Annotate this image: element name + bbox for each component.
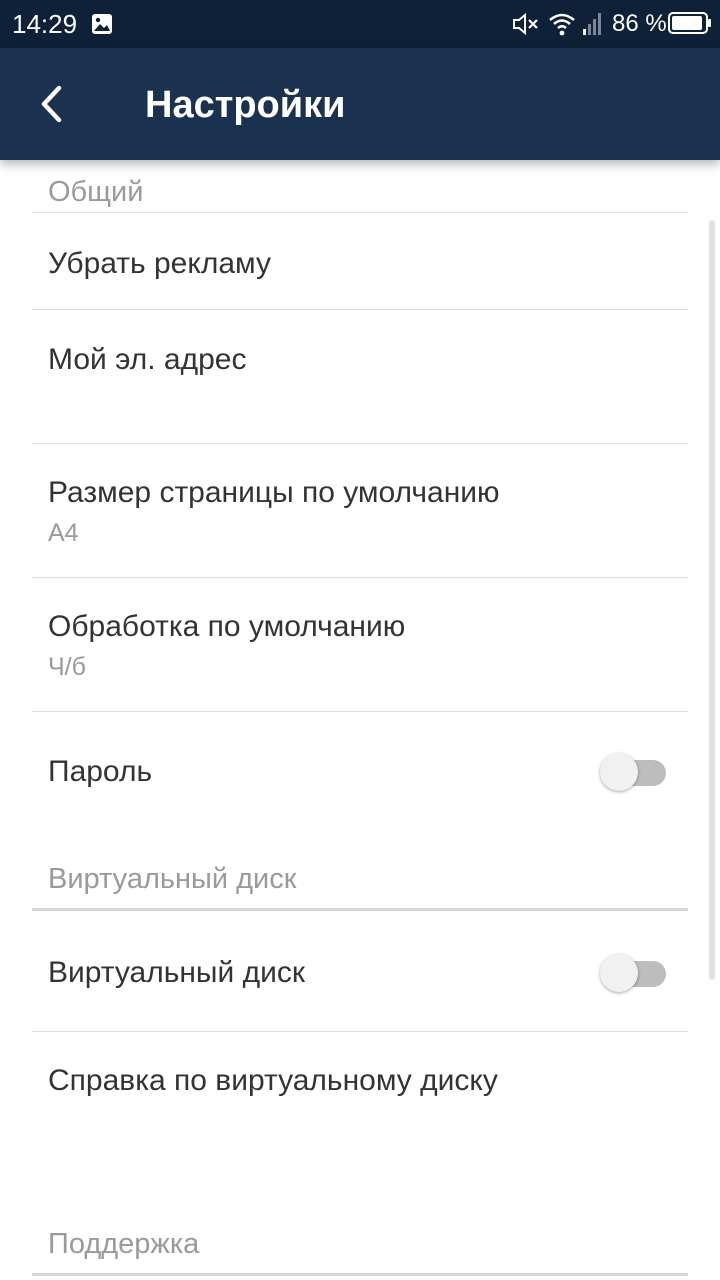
scrollbar[interactable] <box>709 220 715 980</box>
pref-title: Пароль <box>48 755 153 788</box>
mute-icon <box>513 12 538 36</box>
pref-title: Виртуальный диск <box>48 956 305 989</box>
back-arrow-icon <box>41 85 62 123</box>
pref-password[interactable]: Пароль <box>0 712 720 832</box>
pref-virtual-disk-help[interactable]: Справка по виртуальному диску <box>0 1032 720 1172</box>
status-bar: 14:29 86 % <box>0 0 720 48</box>
pref-title: Убрать рекламу <box>48 247 271 280</box>
pref-summary: Ч/б <box>48 653 86 681</box>
section-header-virtual-disk: Виртуальный диск <box>48 863 297 895</box>
page-title: Настройки <box>145 84 346 126</box>
virtual-disk-switch[interactable] <box>600 953 668 993</box>
settings-list[interactable]: Общий Убрать рекламу Мой эл. адрес Разме… <box>0 160 720 1280</box>
section-header-support: Поддержка <box>48 1228 200 1260</box>
wifi-icon <box>549 13 575 36</box>
battery-percentage: 86 % <box>612 10 667 37</box>
pref-title: Размер страницы по умолчанию <box>48 476 500 509</box>
gallery-icon <box>92 14 112 34</box>
password-switch[interactable] <box>600 752 668 792</box>
pref-my-email[interactable]: Мой эл. адрес <box>0 310 720 443</box>
back-button[interactable] <box>24 76 80 132</box>
pref-virtual-disk[interactable]: Виртуальный диск <box>0 911 720 1031</box>
battery-icon <box>668 12 711 34</box>
pref-default-processing[interactable]: Обработка по умолчанию Ч/б <box>0 578 720 711</box>
switch-thumb <box>600 753 638 791</box>
pref-summary: A4 <box>48 519 79 547</box>
switch-thumb <box>600 954 638 992</box>
divider <box>32 1273 688 1276</box>
status-time: 14:29 <box>12 9 78 39</box>
pref-page-size[interactable]: Размер страницы по умолчанию A4 <box>0 444 720 577</box>
pref-remove-ads[interactable]: Убрать рекламу <box>0 213 720 309</box>
settings-screen: 14:29 86 % Настройки Общий Убрать реклам… <box>0 0 720 1280</box>
app-bar: Настройки <box>0 48 720 160</box>
section-header-general: Общий <box>48 176 144 208</box>
signal-icon <box>583 13 601 35</box>
pref-title: Справка по виртуальному диску <box>48 1064 498 1097</box>
pref-title: Мой эл. адрес <box>48 343 247 376</box>
pref-title: Обработка по умолчанию <box>48 610 406 643</box>
